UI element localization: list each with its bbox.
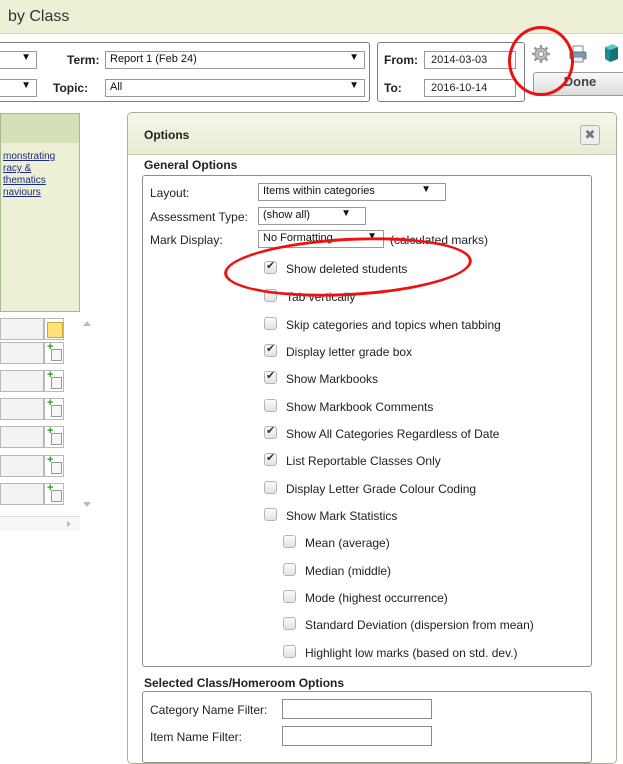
- grade-cell[interactable]: +: [44, 397, 64, 420]
- comment-box-icon: [51, 377, 62, 389]
- table-row: [0, 455, 44, 477]
- table-row: [0, 398, 44, 420]
- topic-label: Topic:: [53, 81, 89, 95]
- term-topic-filter-box: ▼ ▼ Term: Report 1 (Feb 24) ▼ Topic: All…: [0, 42, 370, 102]
- scroll-down-arrow-icon: [83, 502, 91, 507]
- grade-cell[interactable]: +: [44, 482, 64, 505]
- annotation-circle-gear: [508, 26, 574, 96]
- layout-select[interactable]: Items within categories ▼: [258, 183, 446, 201]
- chevron-down-icon: ▼: [349, 52, 359, 63]
- checkbox[interactable]: [283, 535, 296, 548]
- assessment-type-label: Assessment Type:: [150, 210, 248, 224]
- table-row: [0, 426, 44, 448]
- topic-value: All: [110, 81, 123, 93]
- comment-box-icon: [51, 462, 62, 474]
- checkbox-label: Display letter grade box: [286, 345, 413, 359]
- checkbox[interactable]: [283, 563, 296, 576]
- checkbox-label: Mean (average): [305, 536, 390, 550]
- checkbox[interactable]: [264, 342, 277, 357]
- table-row: [0, 318, 44, 340]
- term-label: Term:: [67, 53, 100, 67]
- table-row: [0, 483, 44, 505]
- comment-box-icon: [51, 490, 62, 502]
- checkbox[interactable]: [264, 369, 277, 384]
- grade-cell[interactable]: +: [44, 454, 64, 477]
- term-value: Report 1 (Feb 24): [110, 53, 197, 65]
- page-title: by Class: [8, 8, 70, 25]
- scroll-right-arrow-icon[interactable]: [64, 519, 74, 529]
- term-select[interactable]: Report 1 (Feb 24) ▼: [105, 51, 365, 69]
- table-row: [0, 342, 44, 364]
- topic-select[interactable]: All ▼: [105, 79, 365, 97]
- close-icon[interactable]: ✖: [580, 125, 600, 145]
- layout-label: Layout:: [150, 186, 190, 200]
- selected-class-heading: Selected Class/Homeroom Options: [144, 676, 345, 690]
- chevron-down-icon: ▼: [349, 80, 359, 91]
- from-label: From:: [384, 53, 418, 67]
- checkbox-label: Show All Categories Regardless of Date: [286, 427, 500, 441]
- checkbox[interactable]: [264, 481, 277, 494]
- to-date-input[interactable]: 2016-10-14: [424, 79, 516, 97]
- category-filter-label: Category Name Filter:: [150, 703, 268, 717]
- chevron-down-icon: ▼: [341, 208, 351, 219]
- mark-display-label: Mark Display:: [150, 233, 223, 247]
- dialog-title: Options: [144, 128, 190, 142]
- comment-box-icon: [51, 349, 62, 361]
- vertical-scrollbar[interactable]: [80, 318, 94, 510]
- options-dialog: Options ✖ General Options Layout: Items …: [127, 112, 617, 764]
- dialog-header: Options ✖: [128, 113, 616, 155]
- layout-value: Items within categories: [263, 185, 375, 197]
- table-row: [0, 370, 44, 392]
- checkbox-label: Display Letter Grade Colour Coding: [286, 482, 477, 496]
- grade-cell[interactable]: [44, 318, 64, 340]
- checkbox[interactable]: [264, 399, 277, 412]
- chevron-down-icon: ▼: [21, 52, 31, 63]
- checkbox-label: Show Markbook Comments: [286, 400, 434, 414]
- grade-cell[interactable]: +: [44, 369, 64, 392]
- comment-box-icon: [51, 433, 62, 445]
- from-date-input[interactable]: 2014-03-03: [424, 51, 516, 69]
- scroll-up-arrow-icon: [83, 321, 91, 326]
- checkbox[interactable]: [283, 617, 296, 630]
- checkbox[interactable]: [283, 590, 296, 603]
- to-label: To:: [384, 81, 402, 95]
- item-name-filter-input[interactable]: [282, 726, 432, 746]
- column-link-demonstrating[interactable]: monstrating: [3, 151, 55, 162]
- column-link-mathematics[interactable]: thematics: [3, 175, 46, 186]
- column-link-literacy[interactable]: racy &: [3, 163, 31, 174]
- category-name-filter-input[interactable]: [282, 699, 432, 719]
- column-link-behaviours[interactable]: naviours: [3, 187, 41, 198]
- checkbox[interactable]: [264, 451, 277, 466]
- assessment-type-select[interactable]: (show all) ▼: [258, 207, 366, 225]
- checkbox[interactable]: [283, 645, 296, 658]
- date-range-box: From: 2014-03-03 To: 2016-10-14: [377, 42, 525, 102]
- chevron-down-icon: ▼: [21, 80, 31, 91]
- checkbox-label: Skip categories and topics when tabbing: [286, 318, 501, 332]
- book-icon[interactable]: [602, 43, 620, 63]
- grid-header: [0, 113, 80, 145]
- grid-column-links: monstrating racy & thematics naviours: [0, 143, 80, 312]
- group-select[interactable]: ▼: [0, 79, 37, 97]
- checkbox-label: Highlight low marks (based on std. dev.): [305, 646, 518, 660]
- chevron-down-icon: ▼: [421, 184, 431, 195]
- checkbox-label: Standard Deviation (dispersion from mean…: [305, 618, 534, 632]
- checkbox-label: Show Markbooks: [286, 372, 379, 386]
- comment-box-icon: [51, 405, 62, 417]
- checkbox[interactable]: [264, 508, 277, 521]
- item-filter-label: Item Name Filter:: [150, 730, 243, 744]
- checkbox-label: List Reportable Classes Only: [286, 454, 441, 468]
- checkbox-label: Median (middle): [305, 564, 392, 578]
- class-select[interactable]: ▼: [0, 51, 37, 69]
- checkbox[interactable]: [264, 317, 277, 330]
- grade-cell[interactable]: +: [44, 425, 64, 448]
- checkbox[interactable]: [264, 424, 277, 439]
- checkbox-label: Show Mark Statistics: [286, 509, 398, 523]
- note-icon[interactable]: [47, 322, 63, 338]
- grade-cell[interactable]: +: [44, 341, 64, 364]
- assessment-type-value: (show all): [263, 209, 311, 221]
- general-options-heading: General Options: [144, 158, 238, 172]
- horizontal-scrollbar[interactable]: [0, 516, 80, 531]
- checkbox-label: Mode (highest occurrence): [305, 591, 448, 605]
